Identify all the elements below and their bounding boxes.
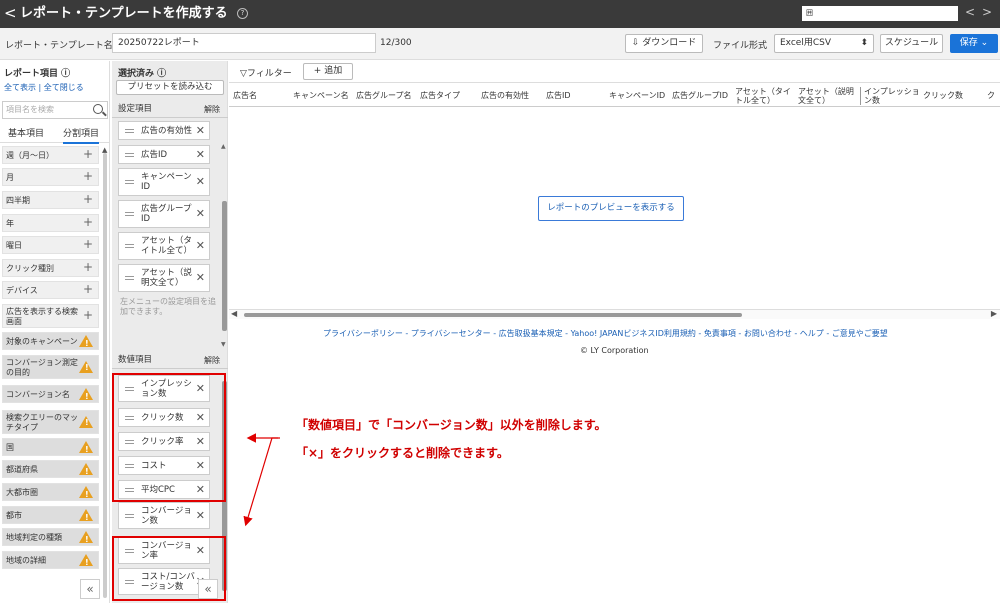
annotation-arrow <box>243 433 280 527</box>
annotation-line-1: 「数値項目」で「コンバージョン数」以外を削除します。 <box>296 418 607 432</box>
annotation-line-2: 「×」をクリックすると削除できます。 <box>296 446 509 460</box>
